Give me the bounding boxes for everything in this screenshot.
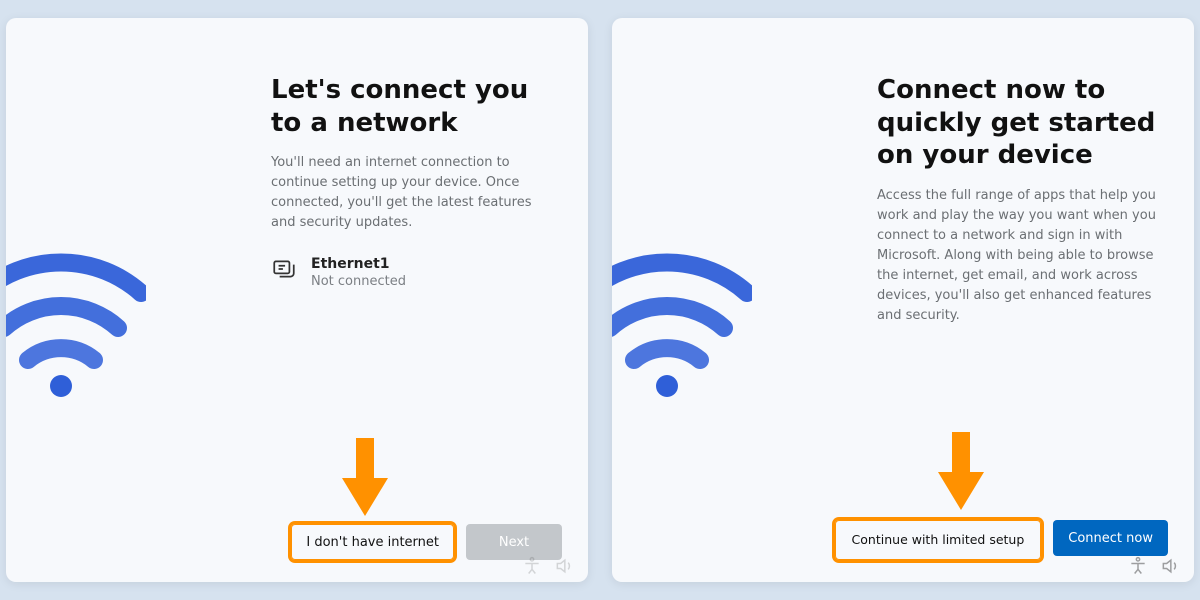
page-description: Access the full range of apps that help …	[877, 186, 1164, 327]
oobe-connect-now-panel: Connect now to quickly get started on yo…	[612, 18, 1194, 582]
page-description: You'll need an internet connection to co…	[271, 153, 558, 234]
no-internet-button[interactable]: I don't have internet	[291, 524, 454, 560]
connect-now-button[interactable]: Connect now	[1053, 520, 1168, 556]
wifi-illustration-icon	[6, 248, 146, 402]
volume-icon[interactable]	[1160, 556, 1180, 580]
continue-limited-setup-button[interactable]: Continue with limited setup	[835, 520, 1042, 560]
volume-icon[interactable]	[554, 556, 574, 580]
accessibility-icon[interactable]	[1128, 556, 1148, 580]
taskbar-tray	[1128, 556, 1180, 580]
annotation-arrow-icon	[342, 438, 388, 516]
button-label: Continue with limited setup	[852, 533, 1025, 547]
accessibility-icon[interactable]	[522, 556, 542, 580]
taskbar-tray	[522, 556, 574, 580]
page-title: Let's connect you to a network	[271, 74, 558, 139]
ethernet-name: Ethernet1	[311, 256, 406, 272]
ethernet-item[interactable]: Ethernet1 Not connected	[271, 256, 558, 289]
oobe-network-panel: Let's connect you to a network You'll ne…	[6, 18, 588, 582]
next-button[interactable]: Next	[466, 524, 562, 560]
wifi-illustration-icon	[612, 248, 752, 402]
page-title: Connect now to quickly get started on yo…	[877, 74, 1164, 172]
ethernet-status: Not connected	[311, 274, 406, 289]
annotation-arrow-icon	[938, 432, 984, 510]
ethernet-icon	[271, 256, 297, 286]
